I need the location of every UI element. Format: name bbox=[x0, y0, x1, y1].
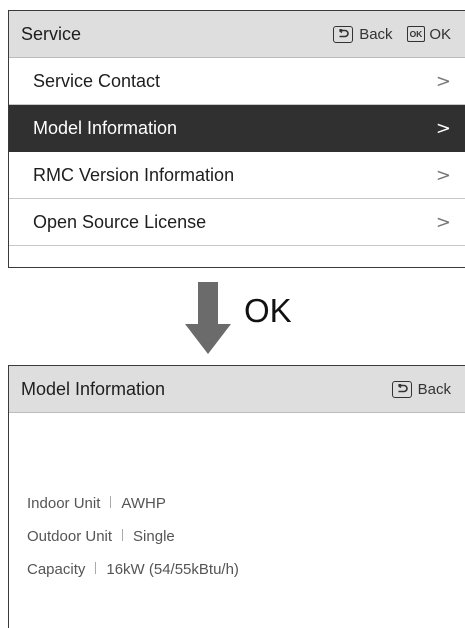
info-value: AWHP bbox=[121, 495, 166, 512]
info-row-outdoor-unit: Outdoor Unit Single bbox=[27, 520, 465, 553]
model-title-bar: Model Information Back bbox=[9, 366, 465, 413]
separator bbox=[122, 528, 124, 541]
menu-item-rmc-version-information[interactable]: RMC Version Information > bbox=[9, 152, 465, 199]
menu-item-open-source-license[interactable]: Open Source License > bbox=[9, 199, 465, 246]
info-key: Indoor Unit bbox=[27, 495, 101, 512]
menu-item-model-information[interactable]: Model Information > bbox=[9, 105, 465, 152]
model-information-screen: Model Information Back Indoor Unit AWHP … bbox=[8, 365, 465, 628]
chevron-right-icon: > bbox=[435, 117, 451, 139]
ok-label: OK bbox=[429, 25, 451, 43]
info-row-indoor-unit: Indoor Unit AWHP bbox=[27, 487, 465, 520]
info-value: Single bbox=[133, 528, 175, 545]
service-title: Service bbox=[21, 23, 82, 44]
info-key: Capacity bbox=[27, 561, 86, 578]
info-key: Outdoor Unit bbox=[27, 528, 113, 545]
back-label: Back bbox=[417, 380, 451, 398]
service-screen: Service Back OK OK Service Contact > Mod… bbox=[8, 10, 465, 268]
separator bbox=[95, 561, 97, 574]
back-control[interactable]: Back bbox=[333, 25, 393, 43]
separator bbox=[110, 495, 112, 508]
back-label: Back bbox=[359, 25, 393, 43]
model-title: Model Information bbox=[21, 378, 166, 399]
arrow-down-icon bbox=[185, 282, 231, 354]
back-control[interactable]: Back bbox=[391, 380, 451, 398]
ok-control[interactable]: OK OK bbox=[393, 26, 451, 43]
model-info-list: Indoor Unit AWHP Outdoor Unit Single Cap… bbox=[9, 413, 465, 586]
ok-key-icon: OK bbox=[406, 26, 426, 42]
chevron-right-icon: > bbox=[435, 164, 451, 186]
menu-item-label: Model Information bbox=[33, 117, 178, 138]
menu-item-label: Service Contact bbox=[33, 70, 161, 91]
chevron-right-icon: > bbox=[435, 211, 451, 233]
chevron-right-icon: > bbox=[435, 70, 451, 92]
transition-label: OK bbox=[244, 292, 292, 329]
menu-item-label: Open Source License bbox=[33, 211, 207, 232]
info-row-capacity: Capacity 16kW (54/55kBtu/h) bbox=[27, 553, 465, 586]
menu-item-label: RMC Version Information bbox=[33, 164, 235, 185]
menu-item-service-contact[interactable]: Service Contact > bbox=[9, 58, 465, 105]
back-key-icon bbox=[391, 380, 412, 398]
service-title-bar: Service Back OK OK bbox=[9, 11, 465, 58]
back-key-icon bbox=[333, 25, 354, 43]
info-value: 16kW (54/55kBtu/h) bbox=[106, 561, 239, 578]
